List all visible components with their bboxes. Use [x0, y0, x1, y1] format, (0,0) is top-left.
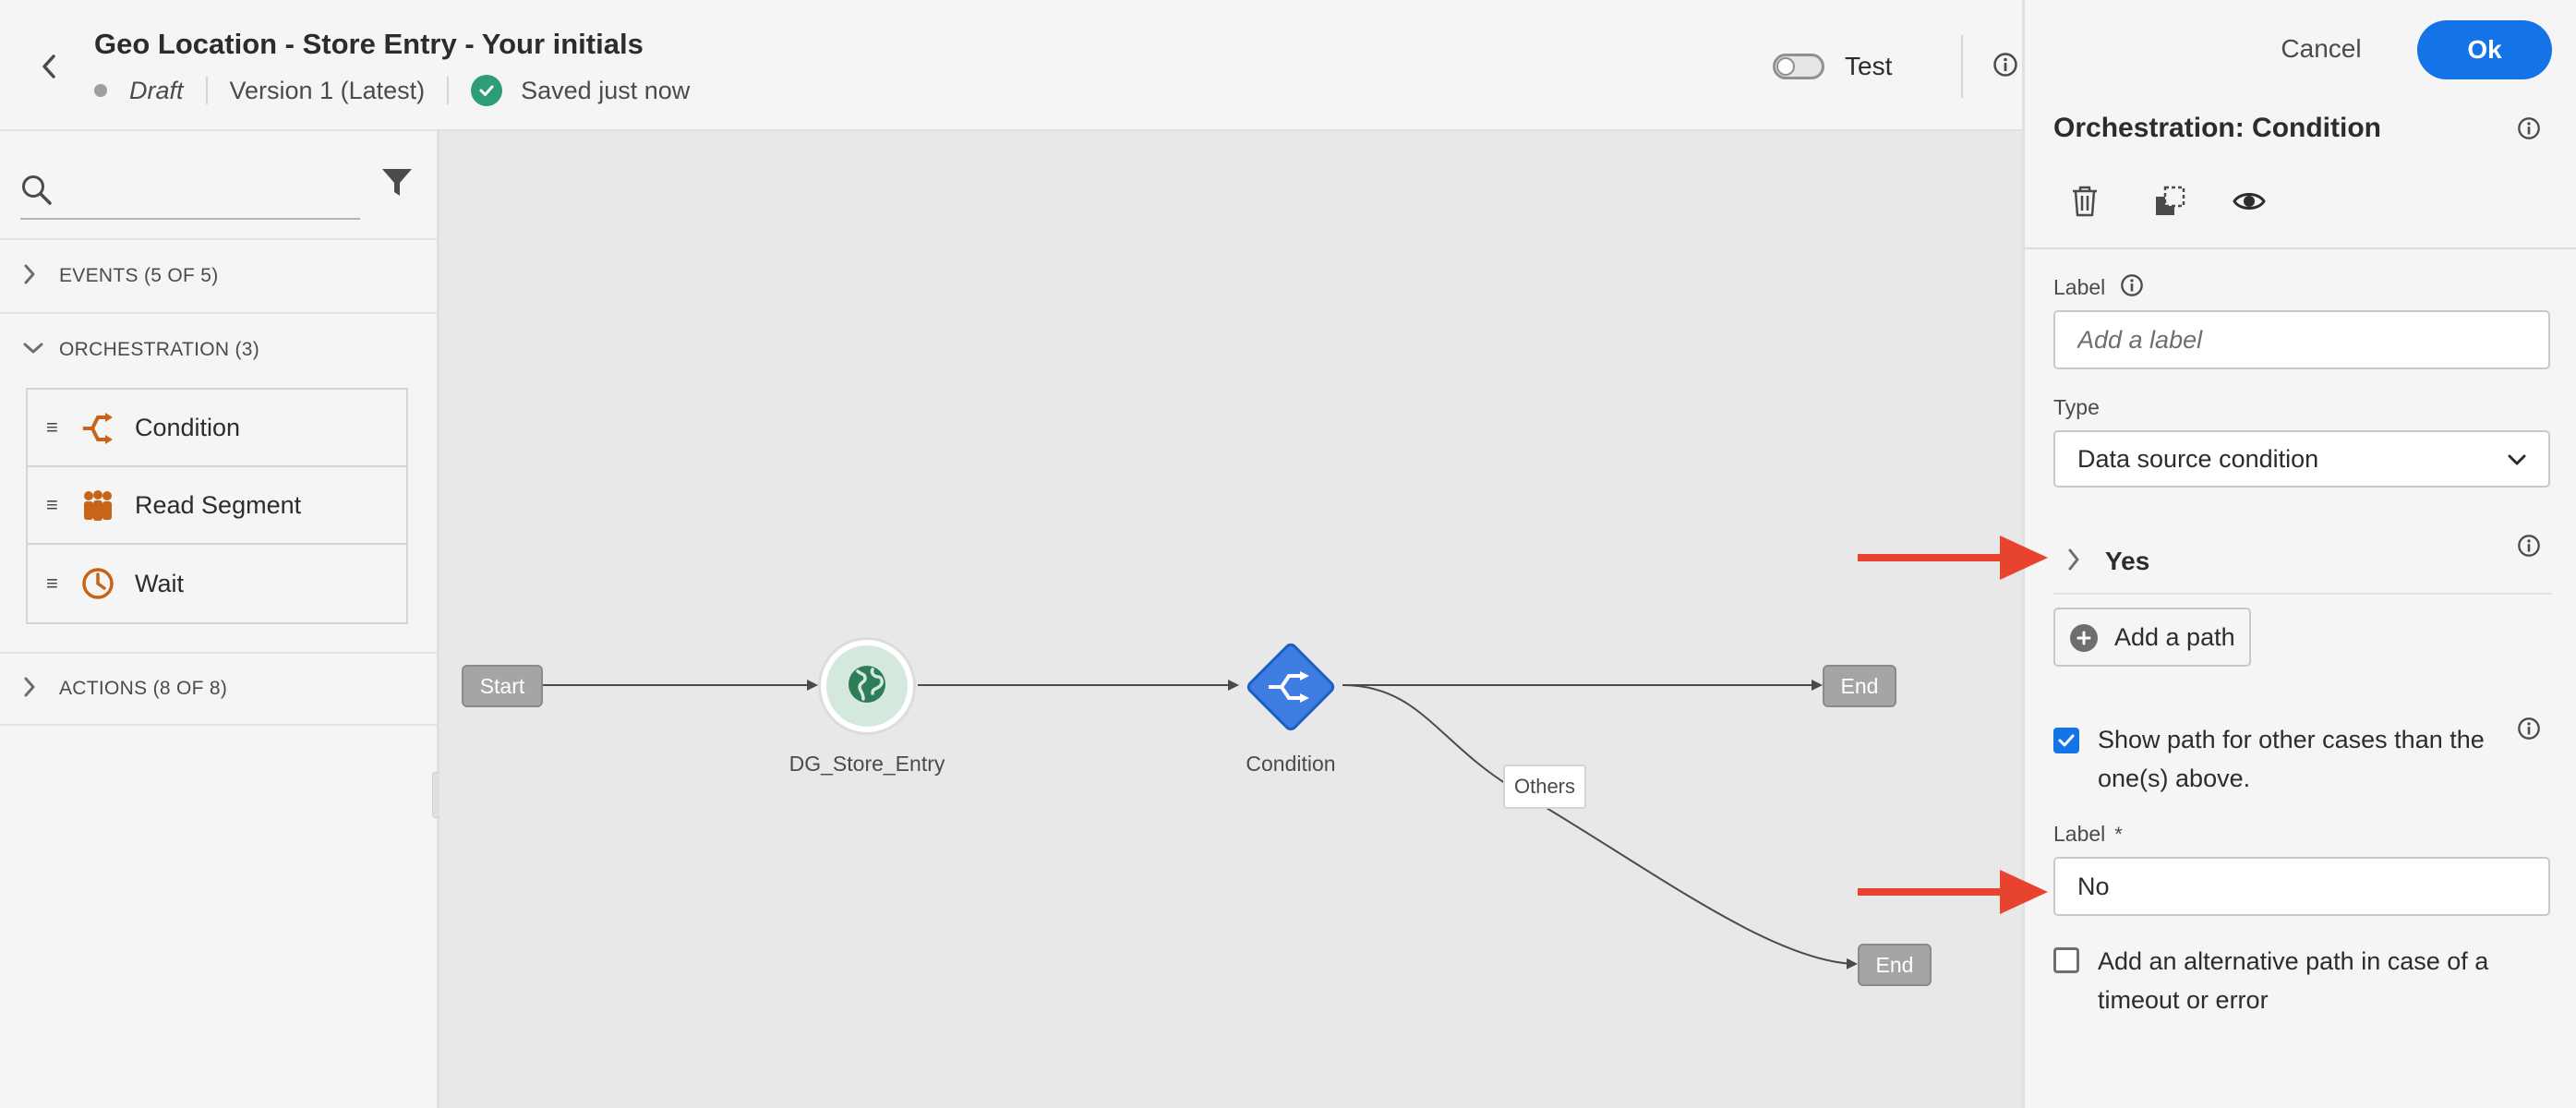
chevron-down-icon [2506, 449, 2528, 477]
list-item-wait[interactable]: ≡ Wait [28, 545, 406, 622]
section-events[interactable]: EVENTS (5 OF 5) [0, 238, 439, 312]
condition-node-label: Condition [1246, 752, 1336, 776]
drag-handle-icon[interactable]: ≡ [46, 416, 58, 440]
chevron-right-icon [2066, 547, 2081, 577]
journey-header: Geo Location - Store Entry - Your initia… [0, 0, 2022, 131]
annotation-arrow-icon [1858, 870, 2048, 914]
chevron-right-icon [22, 263, 37, 290]
divider [1961, 35, 1963, 98]
status-badge: Draft [129, 76, 184, 104]
list-item-label: Condition [135, 413, 241, 441]
annotation-arrow-icon [1858, 536, 2048, 580]
required-asterisk: * [2114, 823, 2123, 846]
connector-lines [543, 680, 1858, 970]
show-other-path-label: Show path for other cases than the one(s… [2098, 726, 2485, 792]
status-dot [94, 84, 107, 97]
divider [205, 77, 208, 104]
section-events-label: EVENTS (5 OF 5) [59, 265, 219, 286]
cancel-button[interactable]: Cancel [2281, 26, 2362, 72]
list-item-label: Wait [135, 569, 184, 597]
label-field-label: Label [2053, 275, 2106, 299]
chevron-down-icon [22, 341, 44, 360]
journey-canvas[interactable]: Start DG_Store_Entry Condition End Other… [439, 131, 2022, 1108]
journey-meta: Draft Version 1 (Latest) Saved just now [94, 72, 690, 109]
alternative-path-checkbox[interactable] [2053, 947, 2079, 973]
back-chevron-icon[interactable] [33, 46, 65, 87]
journey-title: Geo Location - Store Entry - Your initia… [94, 28, 644, 60]
list-item-condition[interactable]: ≡ Condition [28, 390, 406, 467]
event-node-label: DG_Store_Entry [788, 752, 945, 776]
chevron-right-icon [22, 676, 37, 703]
section-actions-label: ACTIONS (8 OF 8) [59, 678, 228, 699]
condition-node[interactable] [1239, 635, 1342, 739]
list-item-read-segment[interactable]: ≡ Read Segment [28, 467, 406, 545]
people-icon [81, 489, 114, 527]
type-select-value: Data source condition [2077, 444, 2319, 473]
info-icon[interactable] [2120, 273, 2144, 302]
end-node[interactable]: End [1823, 665, 1896, 707]
search-input[interactable] [20, 157, 360, 220]
orchestration-list: ≡ Condition ≡ Read Segment ≡ Wait [26, 388, 408, 624]
type-select[interactable]: Data source condition [2053, 430, 2550, 488]
info-icon[interactable] [2517, 534, 2541, 562]
activity-palette: EVENTS (5 OF 5) ORCHESTRATION (3) ≡ Cond… [0, 131, 439, 1108]
drag-handle-icon[interactable]: ≡ [46, 493, 58, 517]
list-item-label: Read Segment [135, 490, 302, 519]
add-path-label: Add a path [2114, 622, 2235, 651]
clock-icon [81, 567, 114, 605]
start-node[interactable]: Start [462, 665, 543, 707]
test-toggle-label: Test [1845, 52, 1893, 80]
version-label: Version 1 (Latest) [229, 76, 426, 104]
toggle-switch[interactable] [1773, 54, 1824, 79]
path-yes[interactable]: Yes [2053, 526, 2552, 595]
globe-icon [845, 662, 889, 711]
add-path-button[interactable]: Add a path [2053, 608, 2251, 667]
alternative-path-label: Add an alternative path in case of a tim… [2098, 947, 2489, 1014]
info-icon[interactable] [1992, 52, 2018, 82]
info-icon[interactable] [2517, 717, 2541, 745]
check-circle-icon [471, 75, 503, 106]
test-toggle[interactable]: Test [1773, 52, 1892, 81]
eye-icon[interactable] [2229, 181, 2269, 222]
condition-icon [81, 412, 114, 450]
section-orchestration-label: ORCHESTRATION (3) [59, 339, 260, 360]
section-orchestration[interactable]: ORCHESTRATION (3) [0, 312, 439, 386]
delete-icon[interactable] [2064, 181, 2105, 222]
duplicate-icon[interactable] [2149, 181, 2190, 222]
label-input[interactable] [2053, 310, 2550, 369]
path-label-others[interactable]: Others [1503, 765, 1586, 809]
plus-icon [2070, 624, 2098, 652]
other-label-field-label: Label * [2053, 822, 2123, 846]
search-icon [20, 174, 54, 211]
show-other-path-checkbox[interactable] [2053, 728, 2079, 753]
saved-status: Saved just now [521, 76, 691, 104]
section-actions[interactable]: ACTIONS (8 OF 8) [0, 652, 439, 726]
divider [447, 77, 450, 104]
event-node[interactable] [818, 637, 916, 735]
other-path-label-input[interactable] [2053, 857, 2550, 916]
filter-icon[interactable] [380, 166, 414, 204]
type-field-label: Type [2053, 395, 2100, 419]
divider [2025, 247, 2576, 249]
panel-title: Orchestration: Condition [2053, 113, 2381, 143]
end-node[interactable]: End [1858, 944, 1932, 986]
ok-button[interactable]: Ok [2417, 20, 2552, 79]
path-yes-label: Yes [2105, 547, 2150, 575]
drag-handle-icon[interactable]: ≡ [46, 572, 58, 596]
info-icon[interactable] [2517, 116, 2541, 145]
